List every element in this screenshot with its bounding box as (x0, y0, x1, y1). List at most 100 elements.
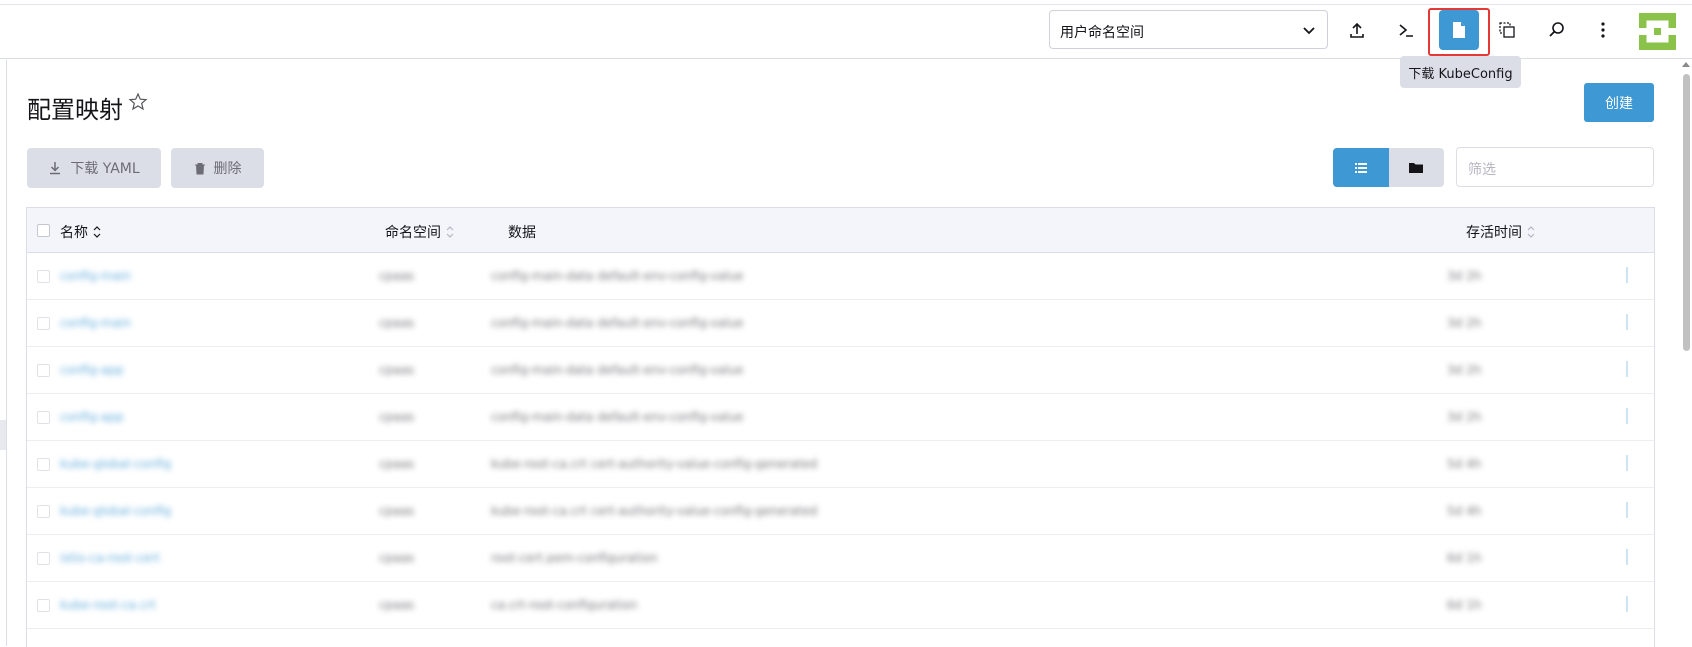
row-name-link[interactable]: config-app (60, 410, 220, 423)
search-icon (1549, 22, 1564, 37)
row-name-link[interactable]: config-main (60, 269, 220, 282)
list-view-button[interactable] (1333, 148, 1389, 187)
row-action-handle[interactable] (1626, 455, 1628, 471)
column-header-age[interactable]: 存活时间 (1466, 222, 1536, 242)
row-age: 5d 4h (1447, 504, 1482, 517)
column-header-name[interactable]: 名称 (60, 222, 102, 242)
row-action-handle[interactable] (1626, 549, 1628, 565)
trash-icon (194, 162, 205, 174)
scroll-up-arrow[interactable] (1682, 62, 1690, 67)
row-action-handle[interactable] (1626, 361, 1628, 377)
row-age: 6d 1h (1447, 598, 1482, 611)
folder-icon (1409, 163, 1424, 173)
copy-kubeconfig-button[interactable] (1487, 10, 1527, 50)
row-namespace: cpaas (379, 269, 415, 282)
row-namespace: cpaas (379, 410, 415, 423)
column-header-namespace[interactable]: 命名空间 (385, 222, 455, 242)
upload-icon (1350, 22, 1364, 38)
table-row[interactable]: config-app cpaas config-main-data default-… (27, 394, 1654, 441)
chevron-down-icon (1303, 27, 1315, 35)
row-name-link[interactable]: kube-root-ca.crt (60, 598, 220, 611)
highlight-box (1428, 8, 1490, 56)
table-row[interactable]: kube-global-config cpaas kube-root-ca.crt … (27, 488, 1654, 535)
row-data: config-main-data default-env-config-valu… (491, 363, 744, 376)
row-namespace: cpaas (379, 316, 415, 329)
column-header-name-label: 名称 (60, 225, 88, 241)
configmap-table: 名称 命名空间 数据 存活时间 config-main cpaas config-m… (26, 207, 1655, 647)
row-name-link[interactable]: kube-global-config (60, 504, 220, 517)
row-checkbox[interactable] (37, 364, 50, 377)
row-age: 5d 4h (1447, 457, 1482, 470)
scrollbar-thumb[interactable] (1683, 74, 1690, 351)
delete-button[interactable]: 删除 (171, 148, 264, 188)
row-action-handle[interactable] (1626, 408, 1628, 424)
row-action-handle[interactable] (1626, 596, 1628, 612)
select-all-checkbox[interactable] (37, 224, 50, 237)
kubectl-shell-button[interactable] (1386, 10, 1426, 50)
row-checkbox[interactable] (37, 458, 50, 471)
row-name-link[interactable]: config-main (60, 316, 220, 329)
top-divider (0, 0, 1692, 5)
create-button[interactable]: 创建 (1584, 83, 1654, 122)
row-namespace: cpaas (379, 551, 415, 564)
row-checkbox[interactable] (37, 505, 50, 518)
table-row[interactable]: istio-ca-root-cert cpaas root-cert.pem-con… (27, 535, 1654, 582)
row-namespace: cpaas (379, 363, 415, 376)
delete-label: 删除 (213, 161, 242, 177)
row-checkbox[interactable] (37, 411, 50, 424)
download-yaml-button[interactable]: 下载 YAML (27, 148, 161, 188)
column-header-data-label: 数据 (508, 225, 536, 241)
row-name-link[interactable]: kube-global-config (60, 457, 220, 470)
row-namespace: cpaas (379, 504, 415, 517)
row-data: config-main-data default-env-config-valu… (491, 410, 744, 423)
row-data: kube-root-ca.crt cert-authority-value-co… (491, 457, 818, 470)
list-icon (1354, 162, 1367, 173)
table-header: 名称 命名空间 数据 存活时间 (27, 208, 1654, 253)
table-row[interactable]: kube-global-config cpaas kube-root-ca.crt … (27, 441, 1654, 488)
search-button[interactable] (1537, 10, 1577, 50)
row-age: 3d 2h (1447, 316, 1482, 329)
sort-icon (1527, 226, 1535, 238)
import-yaml-button[interactable] (1337, 10, 1377, 50)
left-nav-rail (0, 60, 7, 646)
sort-icon (93, 226, 101, 238)
row-name-link[interactable]: config-app (60, 363, 220, 376)
column-header-data: 数据 (508, 222, 536, 242)
sort-icon (446, 226, 454, 238)
table-row[interactable]: config-app cpaas config-main-data default-… (27, 347, 1654, 394)
row-checkbox[interactable] (37, 270, 50, 283)
more-menu-button[interactable] (1583, 10, 1623, 50)
filter-input[interactable]: 筛选 (1456, 147, 1654, 187)
row-action-handle[interactable] (1626, 502, 1628, 518)
row-checkbox[interactable] (37, 317, 50, 330)
folder-view-button[interactable] (1389, 148, 1445, 187)
table-row[interactable]: kube-root-ca.crt cpaas ca.crt-root-configu… (27, 582, 1654, 629)
nav-active-marker (0, 420, 6, 450)
download-icon (50, 162, 61, 175)
namespace-select-value: 用户命名空间 (1060, 25, 1144, 41)
row-data: config-main-data default-env-config-valu… (491, 269, 744, 282)
more-vertical-icon (1601, 22, 1605, 38)
row-age: 3d 2h (1447, 269, 1482, 282)
namespace-select[interactable]: 用户命名空间 (1049, 10, 1328, 49)
page-title: 配置映射 (27, 96, 123, 124)
top-header: 用户命名空间 (0, 0, 1692, 59)
row-checkbox[interactable] (37, 552, 50, 565)
row-action-handle[interactable] (1626, 267, 1628, 283)
row-age: 3d 2h (1447, 363, 1482, 376)
row-name-link[interactable]: istio-ca-root-cert (60, 551, 220, 564)
row-data: config-main-data default-env-config-valu… (491, 316, 744, 329)
star-icon[interactable] (128, 92, 148, 112)
row-namespace: cpaas (379, 457, 415, 470)
page-scrollbar[interactable] (1680, 60, 1692, 646)
row-checkbox[interactable] (37, 599, 50, 612)
row-age: 6d 1h (1447, 551, 1482, 564)
column-header-namespace-label: 命名空间 (385, 225, 441, 241)
table-row[interactable]: config-main cpaas config-main-data default… (27, 300, 1654, 347)
table-row[interactable]: config-main cpaas config-main-data default… (27, 253, 1654, 300)
row-namespace: cpaas (379, 598, 415, 611)
view-toggle (1333, 148, 1444, 187)
user-avatar[interactable] (1639, 13, 1676, 50)
row-action-handle[interactable] (1626, 314, 1628, 330)
row-data: root-cert.pem-configuration (491, 551, 658, 564)
